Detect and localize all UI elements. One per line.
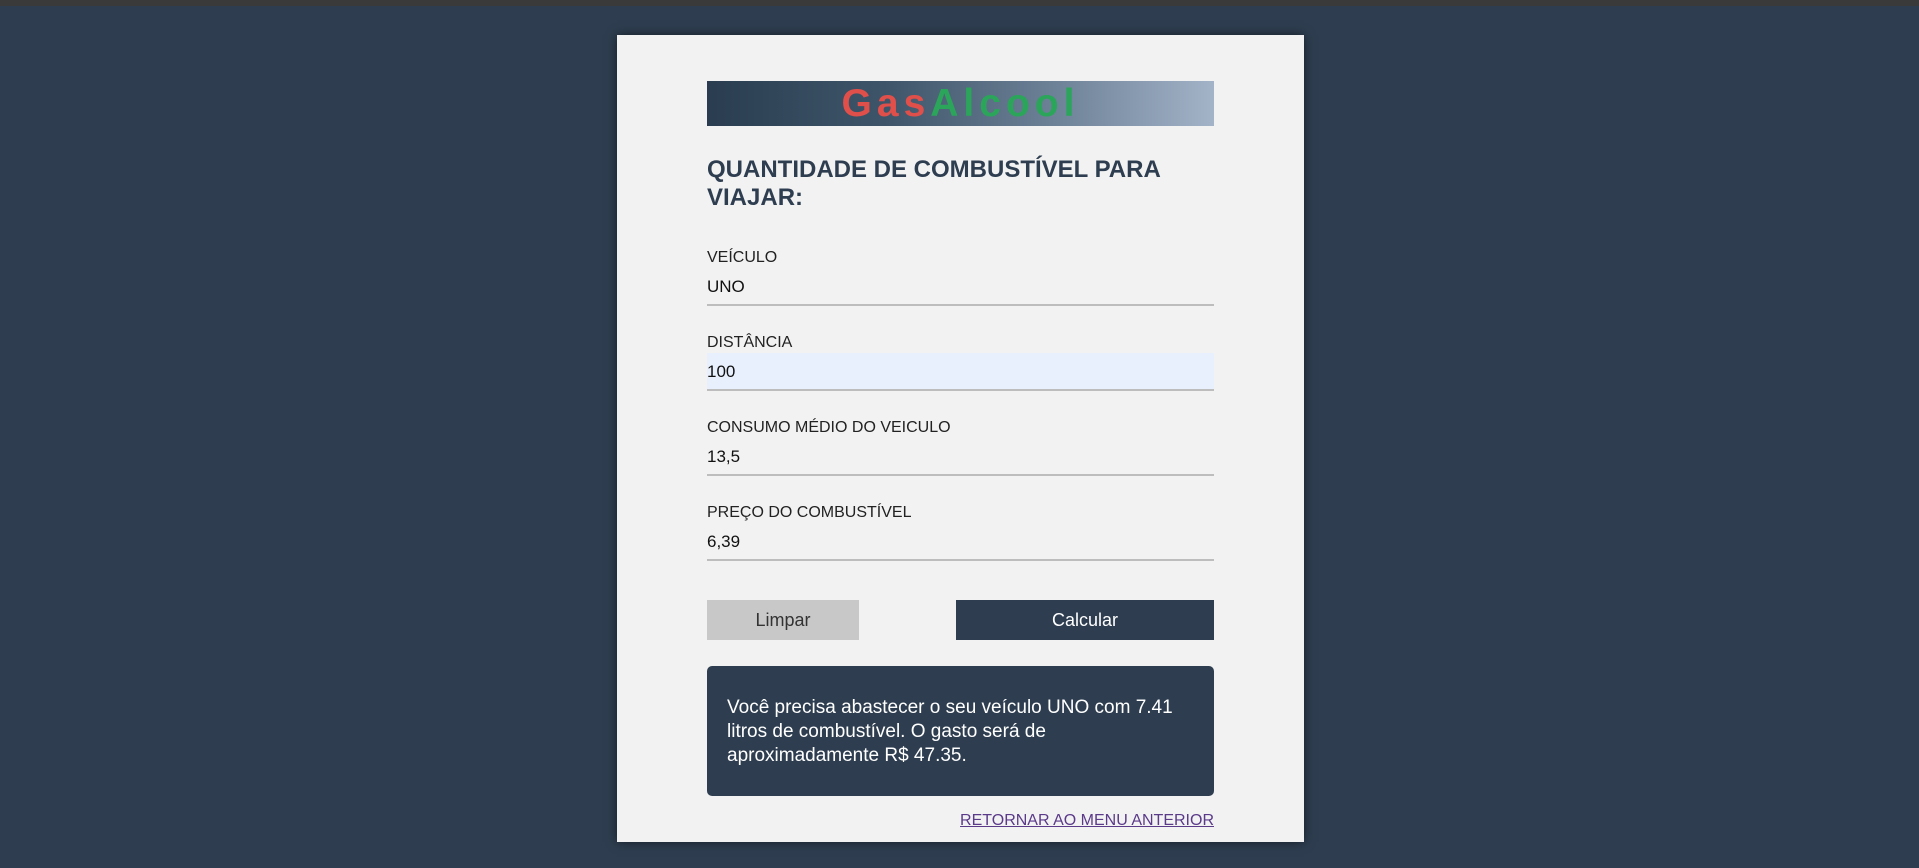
logo-text-alcool: Alcool <box>930 82 1080 125</box>
button-row: Limpar Calcular <box>707 600 1214 640</box>
vehicle-field-group: VEÍCULO UNO <box>707 248 1214 333</box>
consumption-input[interactable]: 13,5 <box>707 438 1214 476</box>
card-content: GasAlcool QUANTIDADE DE COMBUSTÍVEL PARA… <box>707 81 1214 830</box>
calculator-card: GasAlcool QUANTIDADE DE COMBUSTÍVEL PARA… <box>617 35 1304 842</box>
price-input[interactable]: 6,39 <box>707 523 1214 561</box>
distance-input[interactable]: 100 <box>707 353 1214 391</box>
result-box: Você precisa abastecer o seu veículo UNO… <box>707 666 1214 796</box>
vehicle-input[interactable]: UNO <box>707 268 1214 306</box>
browser-top-edge <box>0 0 1919 6</box>
calculate-button[interactable]: Calcular <box>956 600 1214 640</box>
distance-field-group: DISTÂNCIA 100 <box>707 333 1214 418</box>
consumption-label: CONSUMO MÉDIO DO VEICULO <box>707 419 951 436</box>
price-field-group: PREÇO DO COMBUSTÍVEL 6,39 <box>707 503 1214 588</box>
consumption-field-group: CONSUMO MÉDIO DO VEICULO 13,5 <box>707 418 1214 503</box>
vehicle-label: VEÍCULO <box>707 249 778 266</box>
back-to-menu-link[interactable]: RETORNAR AO MENU ANTERIOR <box>960 812 1214 829</box>
page-title: QUANTIDADE DE COMBUSTÍVEL PARA VIAJAR: <box>707 156 1160 211</box>
distance-label: DISTÂNCIA <box>707 334 793 351</box>
logo-banner: GasAlcool <box>707 81 1214 126</box>
form-fields: VEÍCULO UNO DISTÂNCIA 100 CONSUMO MÉDIO … <box>707 248 1214 588</box>
logo-text-gas: Gas <box>841 82 931 125</box>
clear-button[interactable]: Limpar <box>707 600 859 640</box>
back-link-container: RETORNAR AO MENU ANTERIOR <box>707 812 1214 830</box>
price-label: PREÇO DO COMBUSTÍVEL <box>707 504 912 521</box>
